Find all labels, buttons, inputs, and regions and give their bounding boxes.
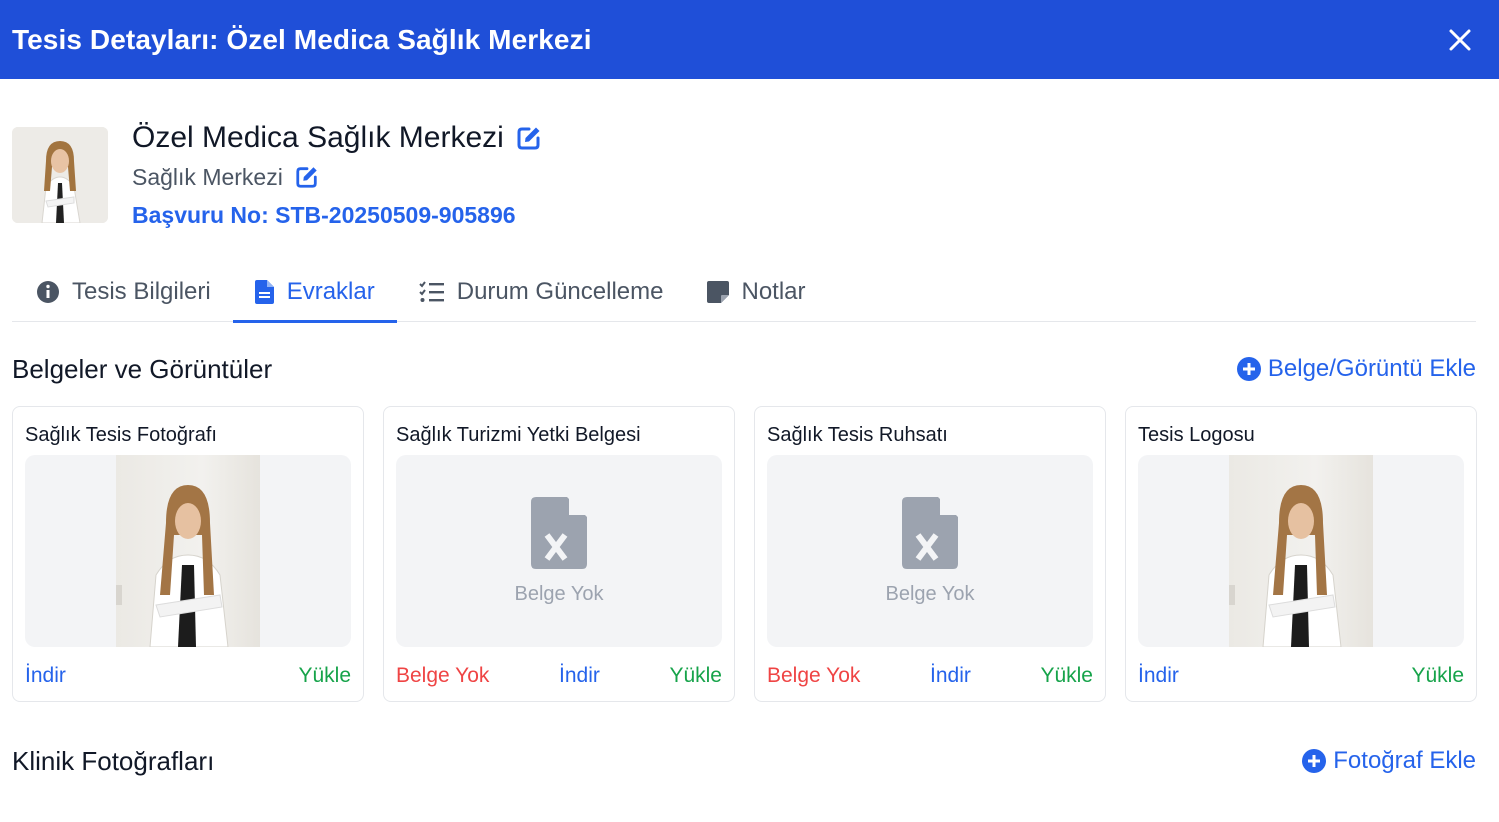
application-number: Başvuru No: STB-20250509-905896 <box>132 202 516 228</box>
file-missing-icon <box>902 496 958 569</box>
document-card: Sağlık Turizmi Yetki Belgesi Belge Yok B… <box>383 406 735 702</box>
document-card: Tesis Logosu İndir Yükle <box>1125 406 1477 702</box>
download-link[interactable]: İndir <box>930 664 971 688</box>
document-card: Sağlık Tesis Ruhsatı Belge Yok Belge Yok… <box>754 406 1106 702</box>
facility-profile: Özel Medica Sağlık Merkezi Sağlık Merkez… <box>12 118 542 232</box>
facility-type: Sağlık Merkezi <box>132 163 283 190</box>
tab-label: Tesis Bilgileri <box>72 278 211 305</box>
tab-notes[interactable]: Notlar <box>685 262 827 322</box>
documents-section-header: Belgeler ve Görüntüler Belge/Görüntü Ekl… <box>12 350 1476 388</box>
tab-label: Evraklar <box>286 278 375 305</box>
document-preview: Belge Yok <box>767 455 1093 647</box>
plus-circle-icon <box>1236 357 1261 381</box>
document-actions: Belge Yok İndir Yükle <box>396 647 722 705</box>
add-document-button[interactable]: Belge/Görüntü Ekle <box>1236 355 1476 383</box>
add-document-label: Belge/Görüntü Ekle <box>1267 355 1476 382</box>
tab-label: Durum Güncelleme <box>456 278 664 305</box>
document-preview: Belge Yok <box>396 455 722 647</box>
documents-section-title: Belgeler ve Görüntüler <box>12 353 273 384</box>
photos-section-title: Klinik Fotoğrafları <box>12 745 215 776</box>
download-link[interactable]: İndir <box>559 664 600 688</box>
sticky-note-icon <box>707 281 730 303</box>
edit-name-icon[interactable] <box>516 125 542 151</box>
checklist-icon <box>419 281 445 303</box>
document-title: Tesis Logosu <box>1138 424 1255 446</box>
add-photo-button[interactable]: Fotoğraf Ekle <box>1302 747 1476 775</box>
photos-section-header: Klinik Fotoğrafları Fotoğraf Ekle <box>12 742 1476 780</box>
info-circle-icon <box>36 280 60 304</box>
close-button[interactable] <box>1445 25 1475 55</box>
modal-header: Tesis Detayları: Özel Medica Sağlık Merk… <box>0 0 1499 79</box>
upload-link[interactable]: Yükle <box>1411 664 1464 688</box>
no-document-label: Belge Yok <box>885 582 975 605</box>
upload-link[interactable]: Yükle <box>298 664 351 688</box>
modal-title: Tesis Detayları: Özel Medica Sağlık Merk… <box>12 23 592 55</box>
person-photo <box>12 127 108 223</box>
facility-photo <box>116 455 260 647</box>
plus-circle-icon <box>1302 749 1327 773</box>
upload-link[interactable]: Yükle <box>669 664 722 688</box>
tab-facility-info[interactable]: Tesis Bilgileri <box>12 262 233 322</box>
download-link[interactable]: İndir <box>25 664 66 688</box>
tab-documents[interactable]: Evraklar <box>232 262 397 323</box>
tab-label: Notlar <box>741 278 806 305</box>
document-preview[interactable] <box>25 455 351 647</box>
no-document-label: Belge Yok <box>514 582 604 605</box>
logo-photo <box>1229 455 1373 647</box>
document-preview[interactable] <box>1138 455 1464 647</box>
missing-status: Belge Yok <box>396 664 490 687</box>
document-title: Sağlık Turizmi Yetki Belgesi <box>396 424 641 446</box>
document-actions: İndir Yükle <box>1138 647 1464 705</box>
upload-link[interactable]: Yükle <box>1040 664 1093 688</box>
facility-avatar <box>12 127 108 223</box>
download-link[interactable]: İndir <box>1138 664 1179 688</box>
document-card: Sağlık Tesis Fotoğrafı İndir Yükle <box>12 406 364 702</box>
document-actions: İndir Yükle <box>25 647 351 705</box>
add-photo-label: Fotoğraf Ekle <box>1333 747 1476 774</box>
document-icon <box>254 280 275 304</box>
facility-name: Özel Medica Sağlık Merkezi <box>132 121 504 154</box>
file-missing-icon <box>531 496 587 569</box>
close-icon <box>1449 29 1471 50</box>
tab-status-update[interactable]: Durum Güncelleme <box>397 262 686 322</box>
tab-bar: Tesis Bilgileri Evraklar Durum Güncellem… <box>12 262 1476 323</box>
document-title: Sağlık Tesis Ruhsatı <box>767 424 948 446</box>
edit-type-icon[interactable] <box>295 165 319 189</box>
document-title: Sağlık Tesis Fotoğrafı <box>25 424 217 446</box>
document-actions: Belge Yok İndir Yükle <box>767 647 1093 705</box>
missing-status: Belge Yok <box>767 664 861 687</box>
document-cards: Sağlık Tesis Fotoğrafı İndir Yükle Sağlı… <box>12 406 1477 702</box>
